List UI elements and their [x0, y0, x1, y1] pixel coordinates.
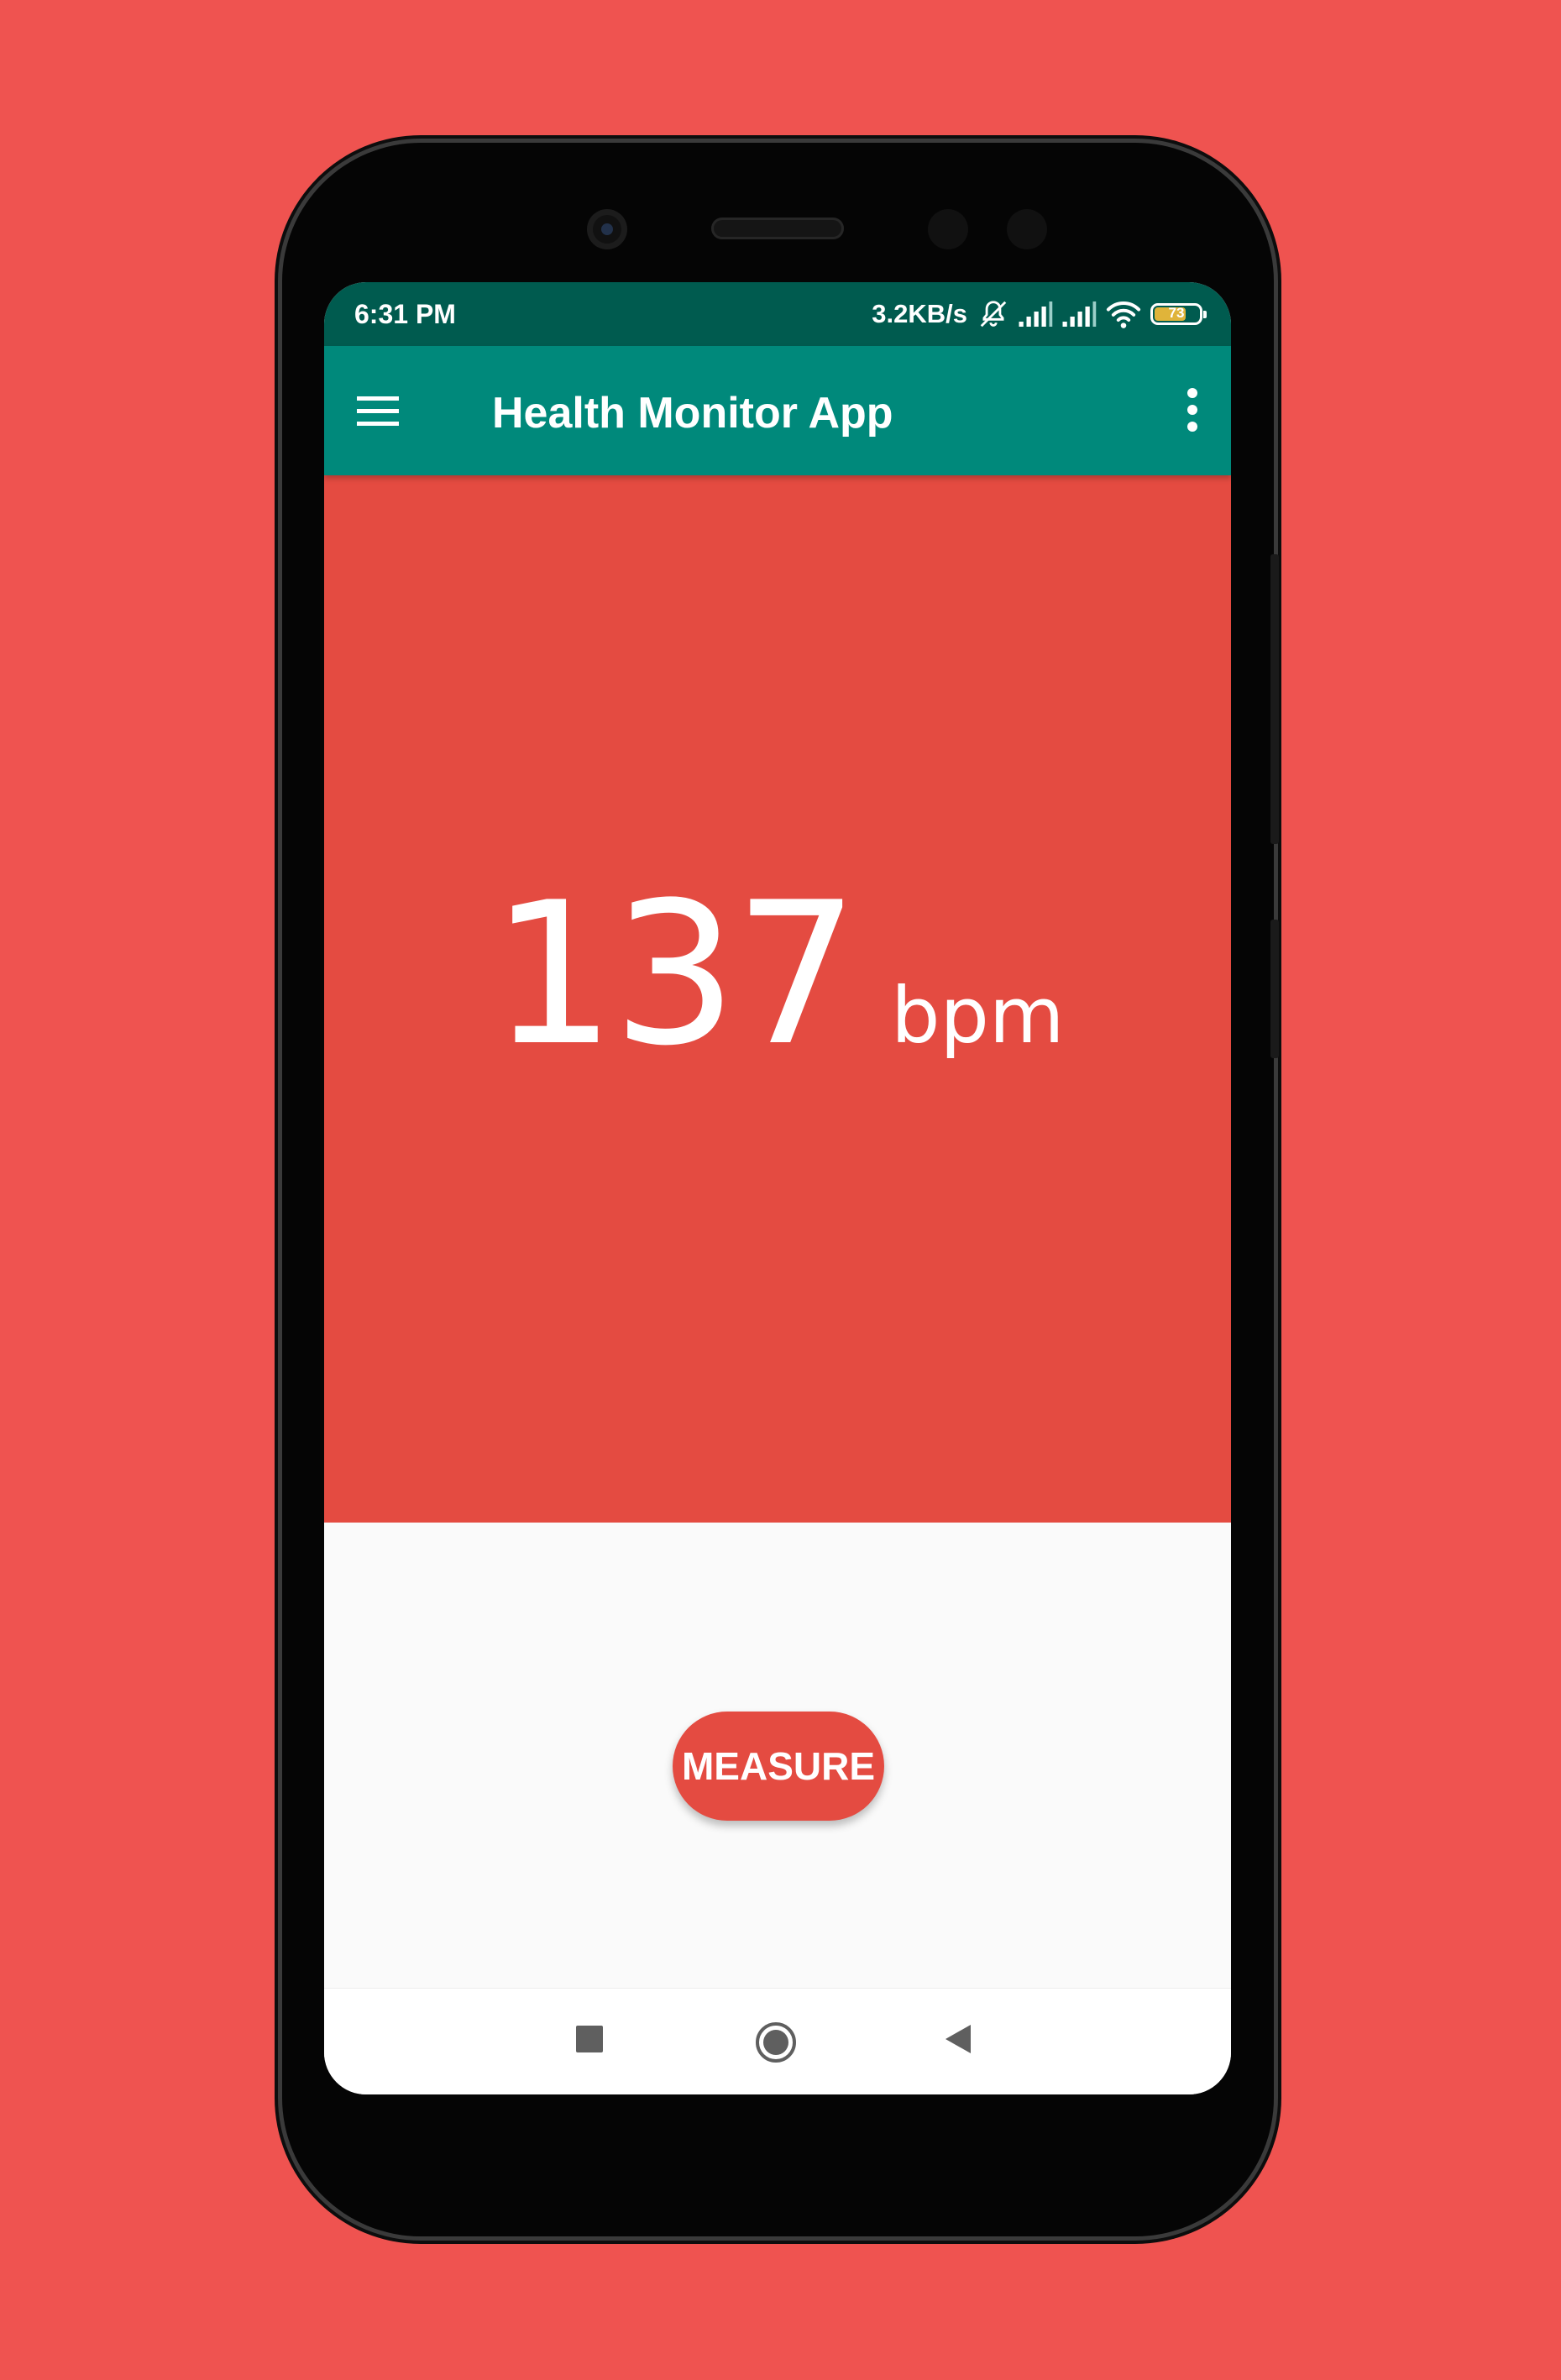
heart-rate-reading: 137 bpm — [324, 861, 1231, 1089]
phone-screen: 6:31 PM 3.2KB/s 73 Health Monitor App 13… — [324, 282, 1231, 2094]
signal-icon — [1019, 301, 1053, 327]
heart-rate-panel: 137 bpm — [324, 475, 1231, 1523]
front-camera — [587, 209, 627, 249]
power-button — [1270, 920, 1279, 1058]
battery-level: 73 — [1168, 305, 1185, 321]
recent-apps-icon[interactable] — [576, 2026, 603, 2052]
signal-icon — [1062, 301, 1097, 327]
page-title: Health Monitor App — [492, 389, 893, 438]
earpiece-speaker — [711, 218, 844, 239]
wifi-icon — [1106, 301, 1141, 328]
app-bar: Health Monitor App — [324, 346, 1231, 475]
home-icon[interactable] — [756, 2022, 796, 2063]
heart-rate-unit: bpm — [891, 971, 1065, 1061]
status-icons: 3.2KB/s 73 — [872, 296, 1207, 333]
heart-rate-value: 137 — [490, 861, 859, 1089]
light-sensor — [1007, 209, 1047, 249]
proximity-sensor — [928, 209, 968, 249]
action-panel: MEASURE — [324, 1523, 1231, 1988]
back-icon[interactable] — [946, 2025, 971, 2053]
hamburger-menu-icon[interactable] — [354, 388, 401, 435]
mute-bell-icon — [980, 301, 1007, 328]
status-time: 6:31 PM — [354, 299, 456, 329]
measure-button[interactable]: MEASURE — [673, 1712, 884, 1821]
volume-button — [1270, 554, 1279, 844]
network-speed: 3.2KB/s — [872, 299, 967, 328]
more-vert-icon[interactable] — [1184, 385, 1201, 435]
system-nav-bar — [324, 1988, 1231, 2094]
battery-icon: 73 — [1150, 303, 1207, 325]
status-bar: 6:31 PM 3.2KB/s 73 — [324, 282, 1231, 346]
